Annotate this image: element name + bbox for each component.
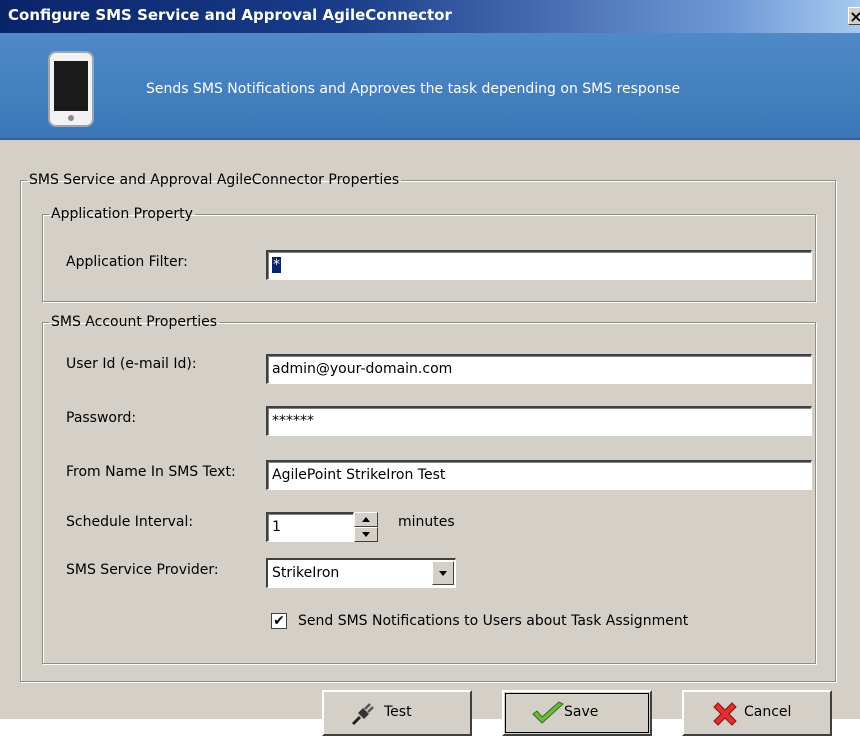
- from-name-input[interactable]: AgilePoint StrikeIron Test: [266, 460, 812, 490]
- application-property-legend: Application Property: [51, 206, 193, 222]
- dropdown-button[interactable]: [432, 561, 454, 585]
- sms-provider-value: StrikeIron: [272, 565, 340, 581]
- password-input[interactable]: ******: [266, 406, 812, 436]
- close-button[interactable]: ×: [848, 7, 860, 25]
- schedule-interval-stepper[interactable]: 1: [266, 512, 384, 542]
- window-title: Configure SMS Service and Approval Agile…: [8, 6, 452, 24]
- save-button-label: Save: [564, 704, 599, 720]
- application-filter-input[interactable]: *: [266, 250, 812, 280]
- test-button[interactable]: Test: [322, 690, 472, 736]
- connector-properties-legend: SMS Service and Approval AgileConnector …: [29, 172, 400, 188]
- spin-up-button[interactable]: [354, 512, 378, 527]
- schedule-interval-label: Schedule Interval:: [66, 514, 194, 530]
- cancel-x-icon: [713, 702, 737, 726]
- spin-down-button[interactable]: [354, 527, 378, 542]
- password-label: Password:: [66, 410, 137, 426]
- dialog-window: Configure SMS Service and Approval Agile…: [0, 0, 860, 736]
- user-id-input[interactable]: admin@your-domain.com: [266, 354, 812, 384]
- cancel-button[interactable]: Cancel: [682, 690, 832, 736]
- user-id-value: admin@your-domain.com: [272, 361, 453, 377]
- application-filter-label: Application Filter:: [66, 254, 188, 270]
- notify-users-checkbox[interactable]: ✔: [271, 613, 287, 629]
- notify-users-label[interactable]: Send SMS Notifications to Users about Ta…: [298, 613, 688, 629]
- password-value: ******: [272, 413, 314, 429]
- schedule-interval-input[interactable]: 1: [266, 512, 354, 542]
- application-filter-value: *: [272, 257, 281, 273]
- test-button-label: Test: [384, 704, 412, 720]
- save-button[interactable]: Save: [502, 690, 652, 736]
- chevron-up-icon: [362, 517, 370, 522]
- schedule-interval-value: 1: [272, 519, 281, 535]
- checkmark-icon: [532, 701, 564, 724]
- user-id-label: User Id (e-mail Id):: [66, 356, 197, 372]
- spin-buttons: [354, 512, 378, 542]
- chevron-down-icon: [439, 571, 447, 576]
- header-banner: Sends SMS Notifications and Approves the…: [0, 33, 860, 140]
- banner-description: Sends SMS Notifications and Approves the…: [146, 81, 681, 97]
- mobile-phone-icon: [48, 51, 94, 127]
- from-name-value: AgilePoint StrikeIron Test: [272, 467, 446, 483]
- interval-unit-label: minutes: [398, 514, 455, 530]
- sms-provider-select[interactable]: StrikeIron: [266, 558, 456, 588]
- sms-account-properties-legend: SMS Account Properties: [51, 314, 218, 330]
- title-bar[interactable]: Configure SMS Service and Approval Agile…: [0, 0, 860, 33]
- from-name-label: From Name In SMS Text:: [66, 464, 236, 480]
- plug-icon: [351, 703, 374, 726]
- chevron-down-icon: [362, 532, 370, 537]
- sms-provider-label: SMS Service Provider:: [66, 562, 219, 578]
- cancel-button-label: Cancel: [744, 704, 792, 720]
